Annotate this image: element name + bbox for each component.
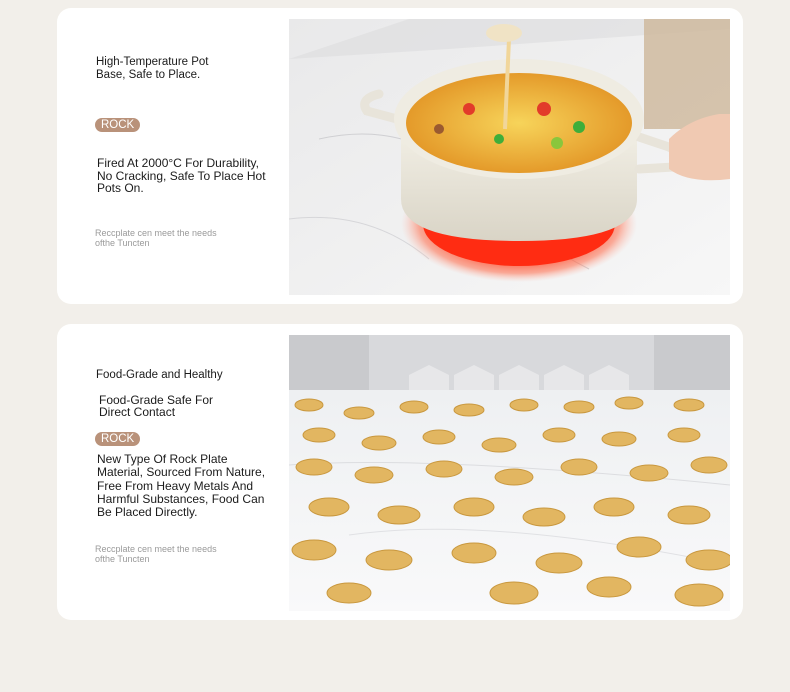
food-title: Food-Grade and Healthy — [96, 369, 223, 381]
chips-photo — [289, 335, 730, 611]
hot-pot-photo — [289, 19, 730, 295]
heat-note: Reccplate cen meet the needs ofthe Tunct… — [95, 228, 217, 248]
food-description: New Type Of Rock Plate Material, Sourced… — [97, 452, 266, 520]
food-subtitle: Food-Grade Safe For Direct Contact — [99, 393, 214, 419]
food-note-line2: ofthe Tuncten — [95, 554, 150, 564]
food-note-line1: Reccplate cen meet the needs — [95, 544, 217, 554]
heat-note-line1: Reccplate cen meet the needs — [95, 228, 217, 238]
feature-card-food: Food-Grade and Healthy Food-Grade Safe F… — [57, 324, 743, 620]
feature-card-heat: High-Temperature Pot Base, Safe to Place… — [57, 8, 743, 304]
rock-badge: ROCK — [95, 432, 141, 446]
food-note: Reccplate cen meet the needs ofthe Tunct… — [95, 544, 217, 564]
rock-badge: ROCK — [95, 118, 141, 132]
heat-description: Fired At 2000°C For Durability, No Crack… — [97, 156, 266, 195]
heat-title: High-Temperature Pot Base, Safe to Place… — [96, 56, 209, 81]
heat-note-line2: ofthe Tuncten — [95, 238, 150, 248]
